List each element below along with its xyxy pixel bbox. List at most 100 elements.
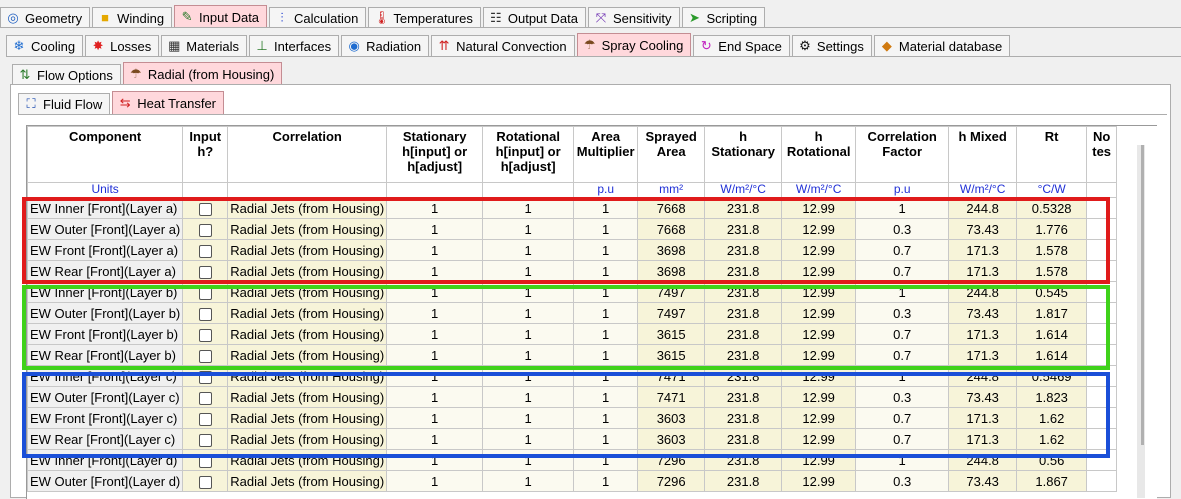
stationary-h-input-cell[interactable]: 1 — [386, 218, 484, 240]
tab-fluid-flow[interactable]: ⛶ Fluid Flow — [18, 93, 111, 114]
stationary-h-input-cell[interactable]: 1 — [386, 470, 484, 492]
column-header[interactable]: Component — [27, 126, 184, 183]
column-header[interactable]: Area Multiplier — [573, 126, 639, 183]
correlation-factor-cell[interactable]: 0.7 — [855, 260, 950, 282]
correlation-factor-cell[interactable]: 0.3 — [855, 470, 950, 492]
notes-cell[interactable] — [1086, 197, 1118, 219]
column-header[interactable]: h Rotational — [781, 126, 857, 183]
tab-scripting[interactable]: ➤ Scripting — [681, 7, 766, 28]
column-header[interactable]: Rotational h[input] or h[adjust] — [482, 126, 575, 183]
correlation-cell[interactable]: Radial Jets (from Housing) — [227, 323, 388, 345]
tab-materials[interactable]: ▦ Materials — [161, 35, 248, 56]
tab-radiation[interactable]: ◉ Radiation — [341, 35, 430, 56]
notes-cell[interactable] — [1086, 344, 1118, 366]
input-h-checkbox[interactable] — [198, 307, 212, 321]
correlation-cell[interactable]: Radial Jets (from Housing) — [227, 281, 388, 303]
rotational-h-input-cell[interactable]: 1 — [482, 365, 575, 387]
tab-calculation[interactable]: ⫶ Calculation — [269, 7, 367, 28]
input-h-checkbox[interactable] — [198, 370, 212, 384]
input-h-checkbox[interactable] — [198, 286, 212, 300]
area-multiplier-cell[interactable]: 1 — [573, 218, 639, 240]
correlation-factor-cell[interactable]: 0.3 — [855, 386, 950, 408]
rotational-h-input-cell[interactable]: 1 — [482, 218, 575, 240]
correlation-factor-cell[interactable]: 1 — [855, 281, 950, 303]
tab-radial-from-housing[interactable]: ☂ Radial (from Housing) — [122, 62, 283, 85]
notes-cell[interactable] — [1086, 302, 1118, 324]
input-h-checkbox[interactable] — [198, 412, 212, 426]
input-h-checkbox[interactable] — [198, 328, 212, 342]
correlation-cell[interactable]: Radial Jets (from Housing) — [227, 449, 388, 471]
notes-cell[interactable] — [1086, 218, 1118, 240]
stationary-h-input-cell[interactable]: 1 — [386, 386, 484, 408]
tab-geometry[interactable]: ◎ Geometry — [0, 7, 91, 28]
stationary-h-input-cell[interactable]: 1 — [386, 428, 484, 450]
notes-cell[interactable] — [1086, 407, 1118, 429]
correlation-factor-cell[interactable]: 1 — [855, 449, 950, 471]
correlation-factor-cell[interactable]: 0.7 — [855, 344, 950, 366]
input-h-checkbox[interactable] — [198, 223, 212, 237]
area-multiplier-cell[interactable]: 1 — [573, 344, 639, 366]
stationary-h-input-cell[interactable]: 1 — [386, 323, 484, 345]
input-h-checkbox[interactable] — [198, 202, 212, 216]
tab-input-data[interactable]: ✎ Input Data — [174, 5, 268, 28]
tab-flow-options[interactable]: ⇅ Flow Options — [12, 64, 121, 85]
tab-natural-convection[interactable]: ⇈ Natural Convection — [431, 35, 575, 56]
column-header[interactable]: h Mixed — [948, 126, 1018, 183]
correlation-cell[interactable]: Radial Jets (from Housing) — [227, 344, 388, 366]
tab-cooling[interactable]: ❄ Cooling — [6, 35, 84, 56]
rotational-h-input-cell[interactable]: 1 — [482, 344, 575, 366]
correlation-factor-cell[interactable]: 0.7 — [855, 407, 950, 429]
column-header[interactable]: Input h? — [182, 126, 229, 183]
notes-cell[interactable] — [1086, 260, 1118, 282]
tab-losses[interactable]: ✸ Losses — [85, 35, 160, 56]
rotational-h-input-cell[interactable]: 1 — [482, 470, 575, 492]
column-header[interactable]: Correlation — [227, 126, 388, 183]
rotational-h-input-cell[interactable]: 1 — [482, 260, 575, 282]
tab-heat-transfer[interactable]: ⇆ Heat Transfer — [112, 91, 225, 114]
correlation-factor-cell[interactable]: 0.7 — [855, 323, 950, 345]
column-header[interactable]: h Stationary — [704, 126, 783, 183]
tab-sensitivity[interactable]: ⤧ Sensitivity — [587, 7, 680, 28]
notes-cell[interactable] — [1086, 449, 1118, 471]
correlation-factor-cell[interactable]: 0.3 — [855, 218, 950, 240]
stationary-h-input-cell[interactable]: 1 — [386, 407, 484, 429]
vertical-scrollbar-thumb[interactable] — [1141, 145, 1144, 445]
notes-cell[interactable] — [1086, 428, 1118, 450]
area-multiplier-cell[interactable]: 1 — [573, 260, 639, 282]
correlation-cell[interactable]: Radial Jets (from Housing) — [227, 428, 388, 450]
area-multiplier-cell[interactable]: 1 — [573, 428, 639, 450]
rotational-h-input-cell[interactable]: 1 — [482, 386, 575, 408]
input-h-checkbox[interactable] — [198, 391, 212, 405]
correlation-cell[interactable]: Radial Jets (from Housing) — [227, 365, 388, 387]
correlation-cell[interactable]: Radial Jets (from Housing) — [227, 386, 388, 408]
stationary-h-input-cell[interactable]: 1 — [386, 365, 484, 387]
stationary-h-input-cell[interactable]: 1 — [386, 344, 484, 366]
correlation-cell[interactable]: Radial Jets (from Housing) — [227, 302, 388, 324]
rotational-h-input-cell[interactable]: 1 — [482, 239, 575, 261]
input-h-checkbox[interactable] — [198, 433, 212, 447]
input-h-checkbox[interactable] — [198, 349, 212, 363]
rotational-h-input-cell[interactable]: 1 — [482, 197, 575, 219]
column-header[interactable]: No tes — [1086, 126, 1118, 183]
rotational-h-input-cell[interactable]: 1 — [482, 449, 575, 471]
area-multiplier-cell[interactable]: 1 — [573, 323, 639, 345]
notes-cell[interactable] — [1086, 323, 1118, 345]
column-header[interactable]: Stationary h[input] or h[adjust] — [386, 126, 484, 183]
stationary-h-input-cell[interactable]: 1 — [386, 449, 484, 471]
correlation-cell[interactable]: Radial Jets (from Housing) — [227, 407, 388, 429]
notes-cell[interactable] — [1086, 386, 1118, 408]
area-multiplier-cell[interactable]: 1 — [573, 470, 639, 492]
rotational-h-input-cell[interactable]: 1 — [482, 323, 575, 345]
correlation-factor-cell[interactable]: 1 — [855, 365, 950, 387]
correlation-cell[interactable]: Radial Jets (from Housing) — [227, 218, 388, 240]
notes-cell[interactable] — [1086, 281, 1118, 303]
notes-cell[interactable] — [1086, 239, 1118, 261]
stationary-h-input-cell[interactable]: 1 — [386, 302, 484, 324]
correlation-factor-cell[interactable]: 0.3 — [855, 302, 950, 324]
rotational-h-input-cell[interactable]: 1 — [482, 407, 575, 429]
input-h-checkbox[interactable] — [198, 244, 212, 258]
area-multiplier-cell[interactable]: 1 — [573, 281, 639, 303]
correlation-cell[interactable]: Radial Jets (from Housing) — [227, 197, 388, 219]
rotational-h-input-cell[interactable]: 1 — [482, 428, 575, 450]
area-multiplier-cell[interactable]: 1 — [573, 386, 639, 408]
